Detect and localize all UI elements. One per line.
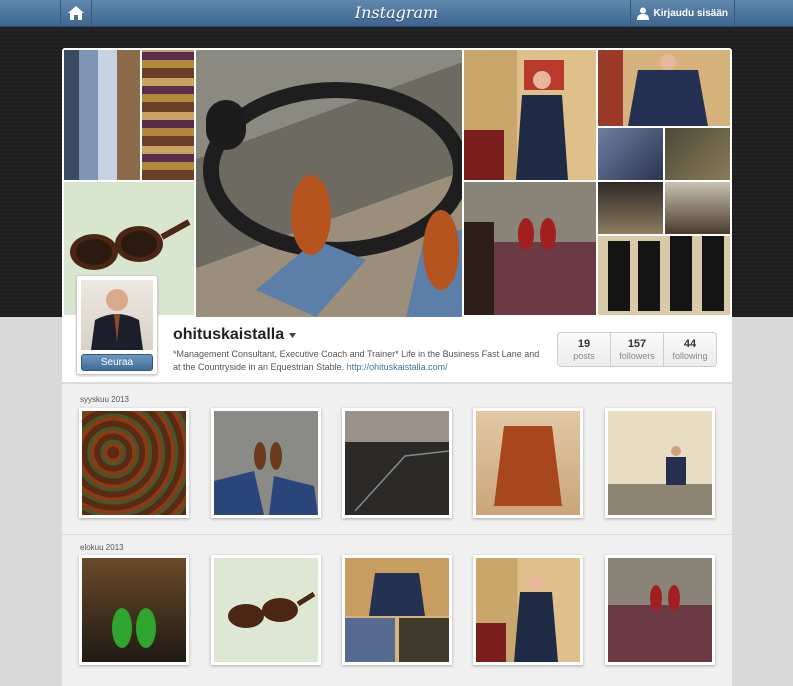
photo-feed: syyskuu 2013 elokuu 2013 xyxy=(62,384,732,686)
cover-photo-bags[interactable] xyxy=(665,182,730,234)
section-date-label: syyskuu 2013 xyxy=(80,395,129,404)
cover-photo-jacket[interactable] xyxy=(598,50,730,126)
top-bar: Instagram Kirjaudu sisään xyxy=(0,0,793,27)
photo-thumbnail[interactable] xyxy=(79,408,189,518)
profile-stats: 19 posts 157 followers 44 following xyxy=(557,332,717,367)
photo-thumbnail[interactable] xyxy=(473,555,583,665)
cover-photo-belts[interactable] xyxy=(598,182,663,234)
cover-photo-details-2[interactable] xyxy=(665,128,730,180)
section-divider xyxy=(62,534,732,535)
cover-photo-red-shoes[interactable] xyxy=(464,182,596,315)
profile-bio: *Management Consultant, Executive Coach … xyxy=(173,348,543,374)
avatar-frame: Seuraa xyxy=(76,275,158,375)
section-date-label: elokuu 2013 xyxy=(80,543,124,552)
profile-header: Seuraa ohituskaistalla *Management Consu… xyxy=(62,275,732,383)
username[interactable]: ohituskaistalla xyxy=(173,326,297,344)
photo-thumbnail[interactable] xyxy=(211,555,321,665)
photo-thumbnail[interactable] xyxy=(342,555,452,665)
cover-photo-riding-boots[interactable] xyxy=(598,236,730,315)
photo-thumbnail[interactable] xyxy=(342,408,452,518)
photo-thumbnail[interactable] xyxy=(211,408,321,518)
photo-thumbnail[interactable] xyxy=(79,555,189,665)
username-text: ohituskaistalla xyxy=(173,326,285,343)
photo-thumbnail[interactable] xyxy=(605,408,715,518)
photo-thumbnail[interactable] xyxy=(605,555,715,665)
bio-link[interactable]: http://ohituskaistalla.com/ xyxy=(347,362,448,372)
user-icon xyxy=(636,7,649,20)
cover-photo-details-1[interactable] xyxy=(598,128,663,180)
photo-thumbnail[interactable] xyxy=(473,408,583,518)
login-label: Kirjaudu sisään xyxy=(653,7,728,19)
stat-followers[interactable]: 157 followers xyxy=(611,333,664,366)
cover-photo-steering-wheel[interactable] xyxy=(196,50,469,317)
cover-mosaic xyxy=(62,48,732,317)
cover-photo-closet[interactable] xyxy=(64,50,140,180)
stat-value: 44 xyxy=(683,338,697,350)
follow-button[interactable]: Seuraa xyxy=(81,354,153,371)
stat-value: 157 xyxy=(627,338,647,350)
stat-following[interactable]: 44 following xyxy=(664,333,716,366)
stat-value: 19 xyxy=(577,338,591,350)
cover-photo-ties[interactable] xyxy=(142,50,194,180)
stat-posts[interactable]: 19 posts xyxy=(558,333,611,366)
login-button[interactable]: Kirjaudu sisään xyxy=(629,0,735,26)
stat-label: followers xyxy=(619,351,655,361)
cover-photo-suit[interactable] xyxy=(464,50,596,180)
stat-label: posts xyxy=(573,351,595,361)
stat-label: following xyxy=(672,351,708,361)
avatar[interactable] xyxy=(81,280,153,350)
caret-down-icon[interactable] xyxy=(289,332,297,338)
